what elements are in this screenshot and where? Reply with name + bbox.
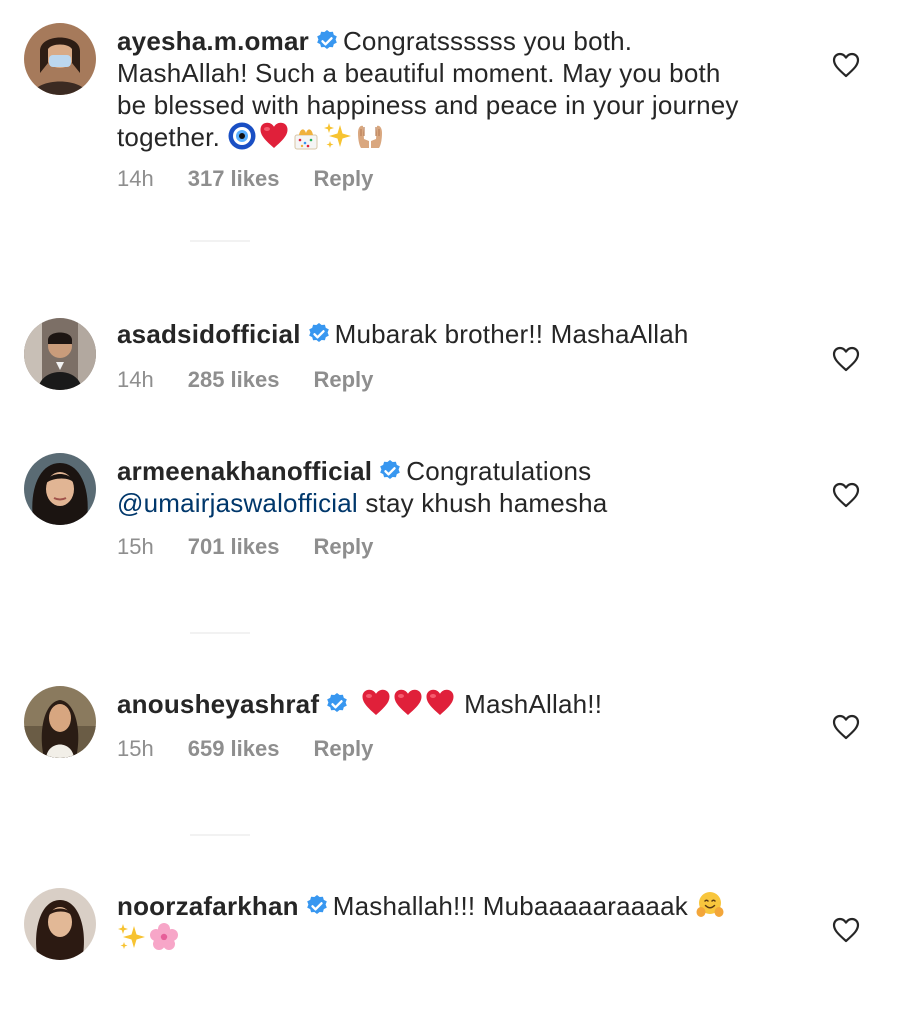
verified-badge-icon xyxy=(315,29,339,53)
comment-text: be blessed with happiness and peace in y… xyxy=(117,90,739,120)
comment-text: Congratssssss you both. xyxy=(342,26,633,56)
comment-likes[interactable]: 659 likes xyxy=(188,736,280,761)
verified-badge-icon xyxy=(325,692,349,716)
heart-icon[interactable] xyxy=(832,714,860,740)
comment-meta: 14h 285 likes Reply xyxy=(117,367,407,393)
reply-button[interactable]: Reply xyxy=(313,534,373,559)
verified-badge-icon xyxy=(307,322,331,346)
avatar[interactable] xyxy=(24,318,96,390)
comment-text: together. xyxy=(117,122,220,152)
cherry-blossom-icon xyxy=(149,922,179,952)
heart-icon[interactable] xyxy=(832,482,860,508)
comment-username[interactable]: ayesha.m.omar xyxy=(117,26,309,56)
reply-button[interactable]: Reply xyxy=(313,367,373,392)
comment-text: MashAllah!! xyxy=(464,689,603,719)
comment-text: MashAllah! Such a beautiful moment. May … xyxy=(117,58,721,88)
comment-likes[interactable]: 701 likes xyxy=(188,534,280,559)
comment-username[interactable]: anousheyashraf xyxy=(117,689,319,719)
avatar[interactable] xyxy=(24,686,96,758)
comment-username[interactable]: asadsidofficial xyxy=(117,319,301,349)
reply-button[interactable]: Reply xyxy=(313,166,373,191)
divider xyxy=(190,834,250,836)
comment-username[interactable]: armeenakhanofficial xyxy=(117,456,372,486)
heart-icon[interactable] xyxy=(832,917,860,943)
comment-text: Congratulations xyxy=(406,456,592,486)
verified-badge-icon xyxy=(378,459,402,483)
comment-time: 14h xyxy=(117,166,154,191)
divider xyxy=(190,240,250,242)
red-heart-icon xyxy=(393,688,423,718)
comment-text: Mashallah!!! Mubaaaaaraaaak xyxy=(332,891,688,921)
comment-meta: 14h 317 likes Reply xyxy=(117,166,407,192)
sparkles-icon xyxy=(117,922,147,952)
avatar[interactable] xyxy=(24,453,96,525)
divider xyxy=(190,632,250,634)
red-heart-icon xyxy=(259,121,289,151)
red-heart-icon xyxy=(361,688,391,718)
comment-time: 15h xyxy=(117,534,154,559)
heart-icon[interactable] xyxy=(832,52,860,78)
confetti-icon xyxy=(291,121,321,151)
sparkles-icon xyxy=(323,121,353,151)
comment-username[interactable]: noorzafarkhan xyxy=(117,891,299,921)
verified-badge-icon xyxy=(305,894,329,918)
heart-icon[interactable] xyxy=(832,346,860,372)
red-heart-icon xyxy=(425,688,455,718)
hugging-face-icon xyxy=(695,890,725,920)
avatar[interactable] xyxy=(24,23,96,95)
comment-meta: 15h 701 likes Reply xyxy=(117,534,407,560)
comment-likes[interactable]: 317 likes xyxy=(188,166,280,191)
comment-time: 15h xyxy=(117,736,154,761)
reply-button[interactable]: Reply xyxy=(313,736,373,761)
comment-likes[interactable]: 285 likes xyxy=(188,367,280,392)
comment-time: 14h xyxy=(117,367,154,392)
avatar[interactable] xyxy=(24,888,96,960)
mention-link[interactable]: @umairjaswalofficial xyxy=(117,488,358,518)
palms-up-icon xyxy=(355,121,385,151)
comment-meta: 15h 659 likes Reply xyxy=(117,736,407,762)
comment-text: Mubarak brother!! MashaAllah xyxy=(334,319,689,349)
nazar-amulet-icon xyxy=(227,121,257,151)
comment-text: stay khush hamesha xyxy=(365,488,608,518)
